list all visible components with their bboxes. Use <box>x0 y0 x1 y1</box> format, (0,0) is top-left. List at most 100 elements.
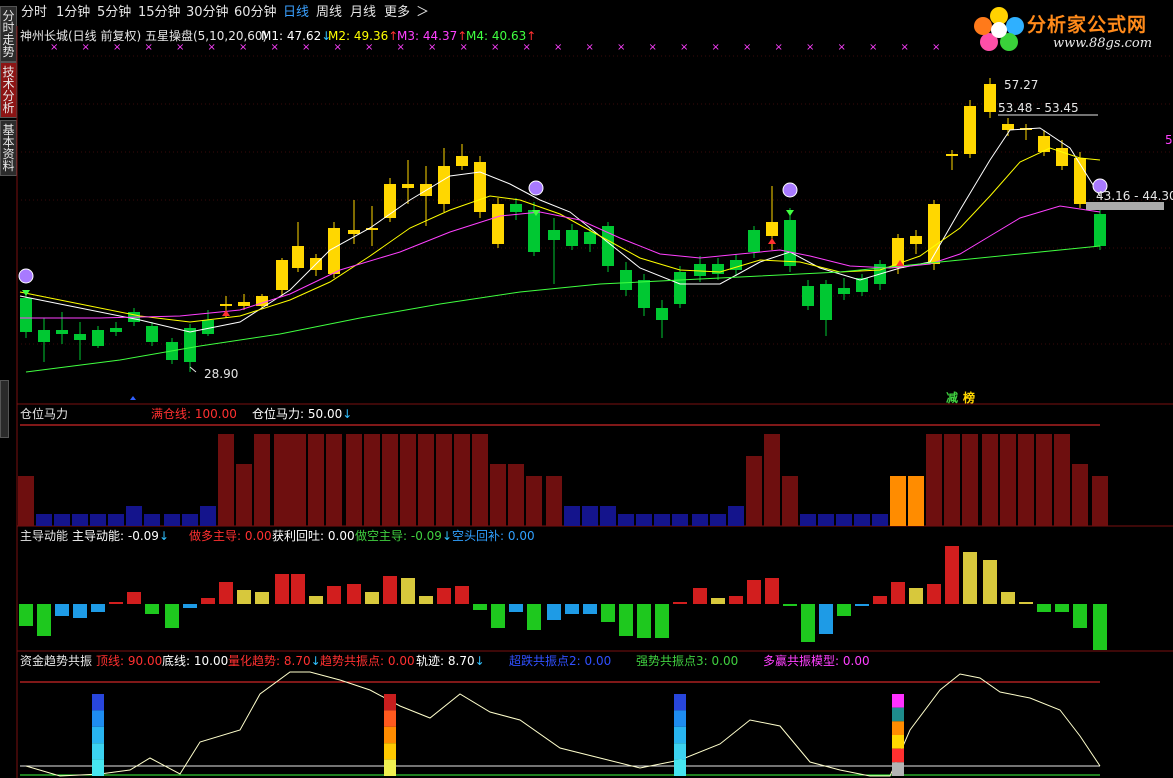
candle-up <box>946 154 958 156</box>
position-bar <box>182 514 198 526</box>
position-bar <box>1018 434 1034 526</box>
position-bar <box>692 514 708 526</box>
momentum-bar <box>237 590 251 604</box>
momentum-bar <box>729 596 743 604</box>
marker-x: × <box>554 42 562 53</box>
sell-arrow-icon <box>786 210 794 216</box>
candle-up <box>1038 136 1050 152</box>
momentum-bar <box>419 596 433 604</box>
range-label-1: 53.48 - 53.45 <box>998 101 1079 115</box>
momentum-bar <box>909 588 923 604</box>
resonance-bar <box>92 743 104 760</box>
position-bar <box>872 514 888 526</box>
momentum-bar <box>711 598 725 604</box>
momentum-bar <box>401 578 415 604</box>
candle-down <box>694 264 706 276</box>
resonance-bar <box>92 710 104 727</box>
position-bar <box>472 434 488 526</box>
position-bar <box>290 434 306 526</box>
position-bar <box>582 506 598 526</box>
position-bar <box>308 434 324 526</box>
face-signal-icon <box>528 180 544 196</box>
momentum-bar <box>1073 604 1087 628</box>
position-bar <box>218 434 234 526</box>
resonance-bar <box>384 759 396 776</box>
momentum-bar <box>165 604 179 628</box>
position-bar <box>490 464 506 526</box>
position-bar <box>746 456 762 526</box>
position-bar <box>236 464 252 526</box>
stock-chart-canvas[interactable]: × × × × × × × × × × × × × × × × × × × × × × × × × × × × × <box>0 0 1173 778</box>
marker-x: × <box>491 42 499 53</box>
signal-reduce: 减 <box>946 391 959 405</box>
candle-up <box>1002 124 1014 130</box>
candle-down <box>1094 214 1106 246</box>
candle-down <box>802 286 814 306</box>
face-signal-icon <box>18 268 34 284</box>
resonance-bar <box>892 721 904 735</box>
position-bar <box>1092 476 1108 526</box>
trading-app: 分时 1分钟 5分钟 15分钟 30分钟 60分钟 日线 周线 月线 更多 ＞ … <box>0 0 1173 778</box>
position-bar <box>836 514 852 526</box>
candle-up <box>348 230 360 234</box>
momentum-bar <box>783 604 797 606</box>
marker-x: × <box>775 42 783 53</box>
momentum-bar <box>255 592 269 604</box>
low-price-label: 28.90 <box>204 367 239 381</box>
position-bar <box>346 434 362 526</box>
candle-up <box>456 156 468 166</box>
position-bar <box>72 514 88 526</box>
momentum-bar <box>693 588 707 604</box>
momentum-bar <box>145 604 159 614</box>
position-bar <box>126 506 142 526</box>
candle-down <box>528 210 540 252</box>
momentum-bar <box>801 604 815 642</box>
position-bar <box>36 514 52 526</box>
position-bar <box>908 476 924 526</box>
candle-down <box>146 326 158 342</box>
resonance-bar <box>674 726 686 744</box>
position-bar <box>508 464 524 526</box>
momentum-bar <box>91 604 105 612</box>
position-bar <box>600 506 616 526</box>
marker-x: × <box>523 42 531 53</box>
momentum-bar <box>365 592 379 604</box>
position-bar <box>1036 434 1052 526</box>
position-bar <box>274 434 290 526</box>
signal-list: 榜 <box>963 391 976 405</box>
momentum-bar <box>19 604 33 626</box>
position-bar <box>164 514 180 526</box>
candle-down <box>838 288 850 294</box>
resonance-bar <box>384 726 396 744</box>
position-bar <box>1054 434 1070 526</box>
momentum-bar <box>673 602 687 604</box>
resonance-bar <box>892 707 904 722</box>
candle-down <box>712 264 724 274</box>
position-bar <box>636 514 652 526</box>
position-bar <box>710 514 726 526</box>
marker-x: × <box>145 42 153 53</box>
position-bar <box>962 434 978 526</box>
momentum-bar <box>275 574 289 604</box>
marker-x: × <box>806 42 814 53</box>
candle-down <box>674 272 686 304</box>
momentum-bar <box>945 546 959 604</box>
candle-down <box>202 320 214 334</box>
candle-up <box>474 162 486 212</box>
marker-x: × <box>428 42 436 53</box>
candle-up <box>766 222 778 236</box>
momentum-bar <box>855 604 869 606</box>
marker-x: × <box>932 42 940 53</box>
momentum-bar <box>819 604 833 634</box>
position-bar <box>890 476 906 526</box>
momentum-bar <box>873 596 887 604</box>
position-bar <box>144 514 160 526</box>
candle-down <box>820 284 832 320</box>
momentum-bar <box>219 582 233 604</box>
position-bar <box>54 514 70 526</box>
position-bar <box>782 476 798 526</box>
momentum-bar <box>601 604 615 622</box>
position-bar <box>526 476 542 526</box>
marker-x: × <box>649 42 657 53</box>
candle-up <box>438 166 450 204</box>
